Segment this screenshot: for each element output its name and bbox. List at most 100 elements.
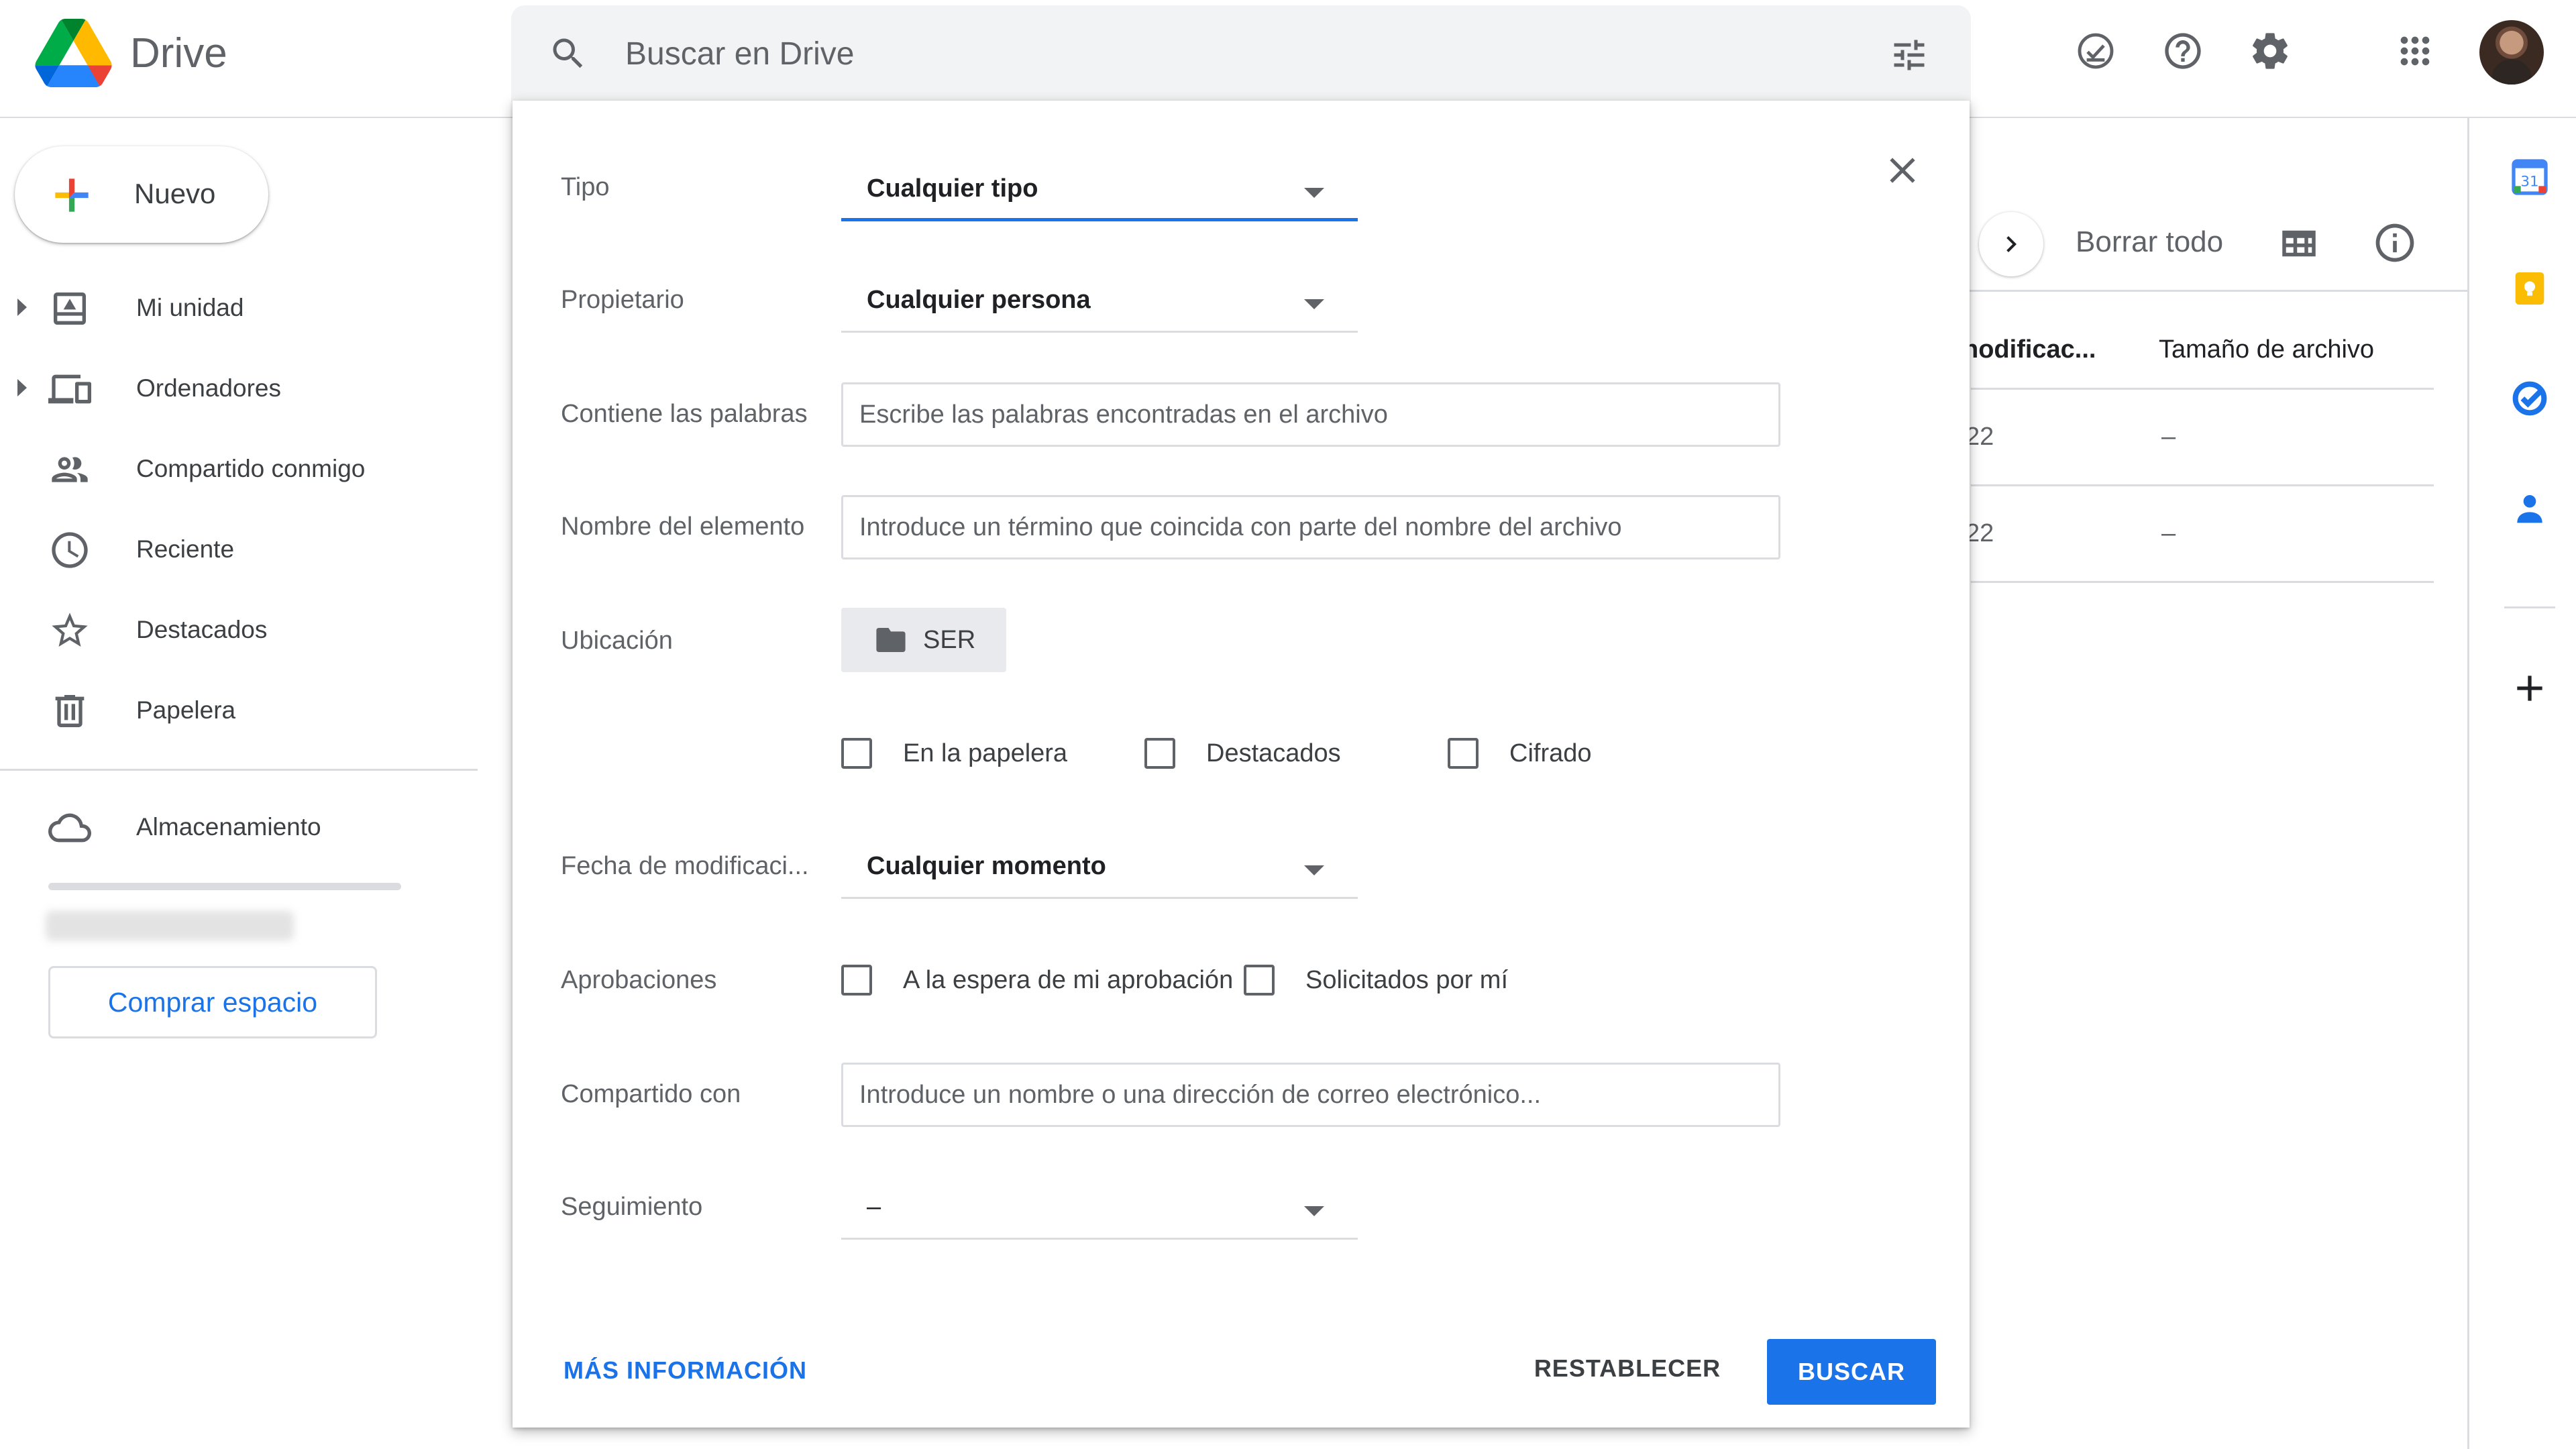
sidebar-item-computers[interactable]: Ordenadores (0, 350, 476, 425)
location-label: Ubicación (561, 627, 673, 655)
awaiting-approval-checkbox[interactable] (841, 965, 872, 996)
my-drive-icon (54, 292, 86, 325)
column-header-size[interactable]: Tamaño de archivo (2159, 335, 2374, 364)
table-row-divider (1971, 484, 2434, 486)
follow-up-value: – (867, 1193, 881, 1221)
cloud-icon (48, 813, 91, 843)
buy-storage-button[interactable]: Comprar espacio (48, 966, 377, 1038)
search-icon[interactable] (548, 34, 588, 74)
type-dropdown-value: Cualquier tipo (867, 174, 1038, 203)
calendar-icon[interactable]: 31 (2508, 156, 2551, 199)
column-header-modified[interactable]: nodificac... (1963, 335, 2096, 364)
owner-dropdown[interactable]: Cualquier persona (841, 272, 1358, 333)
modified-date-label: Fecha de modificaci... (561, 852, 809, 880)
ready-offline-icon[interactable] (2074, 30, 2117, 72)
folder-icon (876, 628, 906, 652)
table-header-divider (1971, 388, 2434, 390)
apps-grid-icon[interactable] (2394, 30, 2436, 72)
table-cell-size: – (2161, 423, 2176, 451)
side-apps-panel: 31 (2467, 118, 2576, 1449)
clear-all-button[interactable]: Borrar todo (2076, 225, 2223, 259)
encrypted-label[interactable]: Cifrado (1509, 739, 1592, 768)
contains-words-input[interactable] (841, 382, 1780, 447)
search-bar[interactable] (511, 5, 1971, 102)
table-cell-modified: 22 (1966, 423, 1994, 451)
contains-words-label: Contiene las palabras (561, 400, 808, 428)
reset-button[interactable]: RESTABLECER (1527, 1335, 1728, 1402)
in-trash-label[interactable]: En la papelera (903, 739, 1067, 768)
search-options-icon[interactable] (1889, 35, 1929, 75)
shared-with-input[interactable] (841, 1063, 1780, 1127)
drive-logo-icon[interactable] (35, 19, 112, 87)
sidebar-item-label: Papelera (136, 696, 236, 724)
sidebar-item-storage[interactable]: Almacenamiento (0, 789, 476, 864)
trash-icon (55, 695, 85, 727)
in-trash-checkbox[interactable] (841, 738, 872, 769)
location-chip[interactable]: SER (841, 608, 1006, 672)
star-icon (52, 612, 88, 647)
new-button[interactable]: Nuevo (15, 146, 268, 243)
scroll-right-button[interactable] (1979, 212, 2043, 276)
settings-gear-icon[interactable] (2249, 30, 2292, 72)
side-panel-divider (2504, 606, 2555, 608)
type-dropdown[interactable]: Cualquier tipo (841, 161, 1358, 221)
expand-caret-icon[interactable] (17, 379, 27, 396)
keep-icon[interactable] (2508, 267, 2551, 310)
awaiting-approval-label[interactable]: A la espera de mi aprobación (903, 966, 1233, 995)
dropdown-arrow-icon (1304, 1206, 1324, 1216)
dropdown-arrow-icon (1304, 188, 1324, 198)
modified-date-dropdown[interactable]: Cualquier momento (841, 839, 1358, 899)
dropdown-arrow-icon (1304, 299, 1324, 309)
sidebar-item-shared-with-me[interactable]: Compartido conmigo (0, 431, 476, 506)
advanced-search-dialog: Tipo Cualquier tipo Propietario Cualquie… (513, 101, 1970, 1428)
encrypted-checkbox[interactable] (1448, 738, 1479, 769)
expand-caret-icon[interactable] (17, 299, 27, 316)
info-icon[interactable] (2372, 220, 2418, 266)
table-row-divider (1971, 581, 2434, 583)
computers-icon (48, 374, 91, 404)
type-label: Tipo (561, 173, 610, 201)
sidebar-item-my-drive[interactable]: Mi unidad (0, 270, 476, 345)
chevron-right-icon (2006, 236, 2017, 252)
follow-up-dropdown[interactable]: – (841, 1179, 1358, 1240)
grid-view-icon[interactable] (2277, 221, 2321, 266)
requested-by-me-label[interactable]: Solicitados por mí (1305, 966, 1508, 995)
sidebar-item-label: Almacenamiento (136, 813, 321, 841)
follow-up-label: Seguimiento (561, 1193, 703, 1221)
search-button[interactable]: BUSCAR (1767, 1339, 1936, 1405)
toolbar-divider (1966, 290, 2467, 292)
item-name-input[interactable] (841, 495, 1780, 559)
sidebar-item-label: Mi unidad (136, 294, 244, 321)
storage-usage-text (46, 911, 294, 941)
new-button-label: Nuevo (134, 178, 216, 209)
sidebar-item-trash[interactable]: Papelera (0, 672, 476, 747)
modified-date-value: Cualquier momento (867, 852, 1106, 880)
storage-usage-bar (48, 883, 401, 890)
tasks-icon[interactable] (2508, 377, 2551, 420)
location-chip-label: SER (923, 626, 976, 654)
owner-dropdown-value: Cualquier persona (867, 286, 1091, 314)
owner-label: Propietario (561, 286, 684, 314)
search-input[interactable] (625, 32, 1766, 75)
item-name-label: Nombre del elemento (561, 513, 805, 541)
table-cell-size: – (2161, 519, 2176, 547)
dropdown-arrow-icon (1304, 865, 1324, 875)
sidebar-item-recent[interactable]: Reciente (0, 511, 476, 586)
add-addon-icon[interactable] (2508, 667, 2551, 710)
app-name: Drive (130, 30, 227, 76)
close-icon[interactable] (1881, 149, 1924, 192)
contacts-icon[interactable] (2508, 487, 2551, 530)
help-icon[interactable] (2161, 30, 2204, 72)
sidebar-item-label: Destacados (136, 616, 268, 643)
sidebar-item-label: Reciente (136, 535, 235, 563)
more-info-link[interactable]: MÁS INFORMACIÓN (564, 1356, 807, 1385)
sidebar-item-starred[interactable]: Destacados (0, 592, 476, 667)
requested-by-me-checkbox[interactable] (1244, 965, 1275, 996)
shared-people-icon (52, 457, 88, 482)
starred-checkbox[interactable] (1144, 738, 1175, 769)
plus-icon (55, 178, 89, 212)
svg-text:31: 31 (2520, 173, 2538, 190)
account-avatar[interactable] (2479, 20, 2544, 85)
starred-label[interactable]: Destacados (1206, 739, 1341, 768)
sidebar-divider (0, 769, 478, 771)
